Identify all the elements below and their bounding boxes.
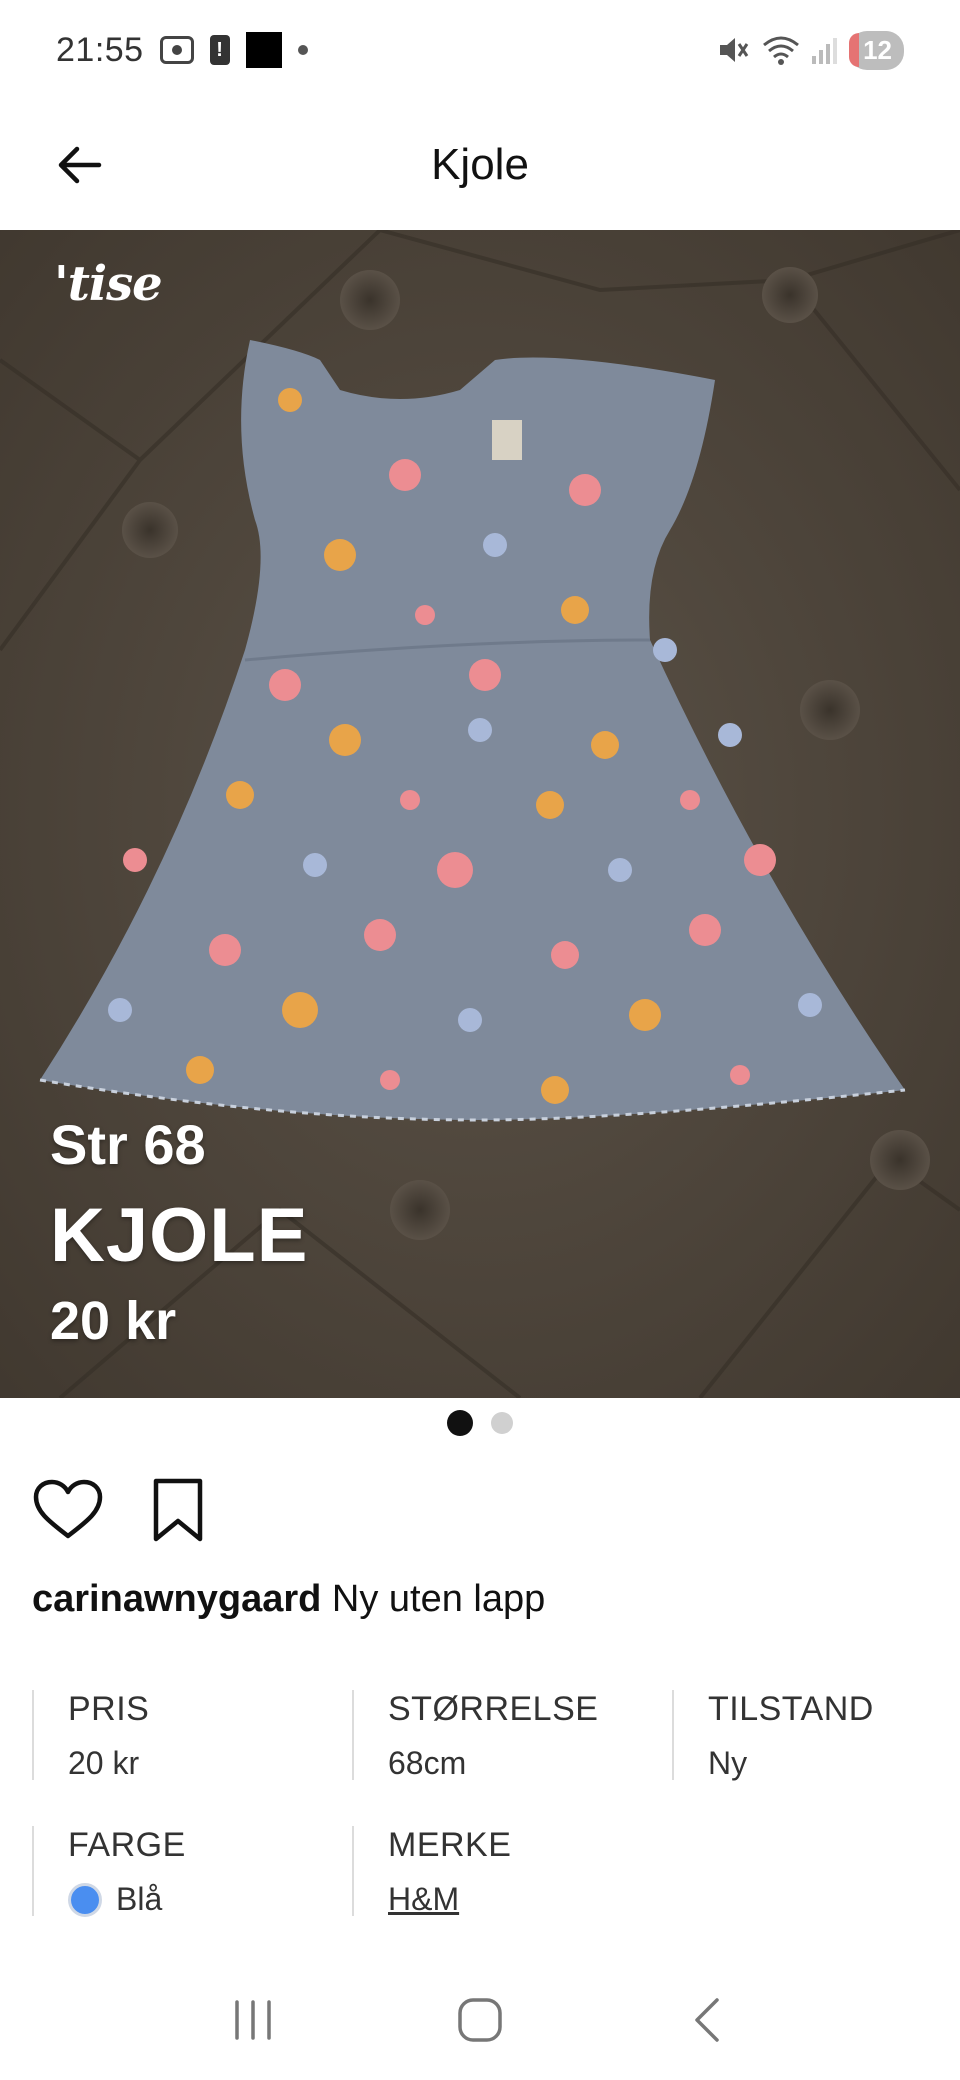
detail-label: TILSTAND bbox=[708, 1690, 874, 1728]
brand-link[interactable]: H&M bbox=[388, 1881, 459, 1918]
status-left-icons: ! bbox=[159, 32, 308, 68]
notification-badge: 12 bbox=[849, 30, 904, 70]
system-nav-bar bbox=[0, 1960, 960, 2080]
heart-icon bbox=[33, 1479, 103, 1539]
mute-icon bbox=[716, 35, 750, 65]
detail-price: PRIS 20 kr bbox=[32, 1690, 332, 1781]
detail-value: Blå bbox=[68, 1881, 332, 1918]
notification-count: 12 bbox=[863, 34, 892, 65]
detail-color: FARGE Blå bbox=[32, 1826, 332, 1918]
color-name: Blå bbox=[116, 1881, 163, 1917]
back-button[interactable] bbox=[44, 130, 114, 200]
image-pager bbox=[0, 1410, 960, 1436]
detail-label: MERKE bbox=[388, 1826, 512, 1864]
arrow-left-icon bbox=[58, 146, 102, 184]
recent-apps-button[interactable] bbox=[213, 1980, 293, 2060]
dot-icon bbox=[297, 45, 308, 55]
action-row bbox=[30, 1472, 216, 1548]
pager-dot-2[interactable] bbox=[491, 1412, 513, 1434]
detail-value: 68cm bbox=[388, 1745, 467, 1781]
status-bar: 21:55 ! 12 bbox=[0, 0, 960, 100]
like-button[interactable] bbox=[30, 1472, 106, 1548]
home-button[interactable] bbox=[440, 1980, 520, 2060]
system-back-button[interactable] bbox=[667, 1980, 747, 2060]
status-time: 21:55 bbox=[56, 30, 144, 69]
detail-label: FARGE bbox=[68, 1826, 186, 1864]
pager-dot-1[interactable] bbox=[447, 1410, 473, 1436]
detail-brand: MERKE H&M bbox=[352, 1826, 652, 1918]
bookmark-icon bbox=[153, 1478, 203, 1542]
detail-condition: TILSTAND Ny bbox=[672, 1690, 960, 1781]
screen-recorder-icon bbox=[159, 36, 194, 64]
detail-label: PRIS bbox=[68, 1690, 150, 1728]
app-bar: Kjole bbox=[0, 100, 960, 230]
detail-size: STØRRELSE 68cm bbox=[352, 1690, 652, 1781]
detail-label: STØRRELSE bbox=[388, 1690, 599, 1728]
back-icon bbox=[694, 1998, 719, 2042]
overlay-price: 20 kr bbox=[50, 1291, 177, 1351]
page-title: Kjole bbox=[431, 140, 529, 189]
signal-icon bbox=[812, 36, 838, 64]
overlay-size: Str 68 bbox=[50, 1113, 206, 1176]
tise-logo: 'tise bbox=[54, 256, 163, 312]
detail-value: H&M bbox=[388, 1881, 652, 1918]
username-link[interactable]: carinawnygaard bbox=[32, 1578, 321, 1620]
alert-icon: ! bbox=[209, 35, 230, 65]
wifi-icon bbox=[762, 35, 800, 65]
caption: carinawnygaard Ny uten lapp bbox=[32, 1578, 545, 1621]
status-right-icons: 12 bbox=[716, 30, 904, 70]
detail-value: 20 kr bbox=[68, 1745, 140, 1781]
color-swatch bbox=[68, 1882, 102, 1917]
caption-text: Ny uten lapp bbox=[331, 1578, 546, 1620]
save-button[interactable] bbox=[140, 1472, 216, 1548]
detail-value: Ny bbox=[708, 1745, 748, 1781]
home-icon bbox=[458, 1998, 502, 2042]
overlay-title: KJOLE bbox=[50, 1193, 309, 1278]
recent-apps-icon bbox=[235, 2000, 272, 2040]
app-icon bbox=[245, 32, 282, 68]
product-photo[interactable]: 'tise Str 68 KJOLE 20 kr bbox=[0, 230, 960, 1398]
